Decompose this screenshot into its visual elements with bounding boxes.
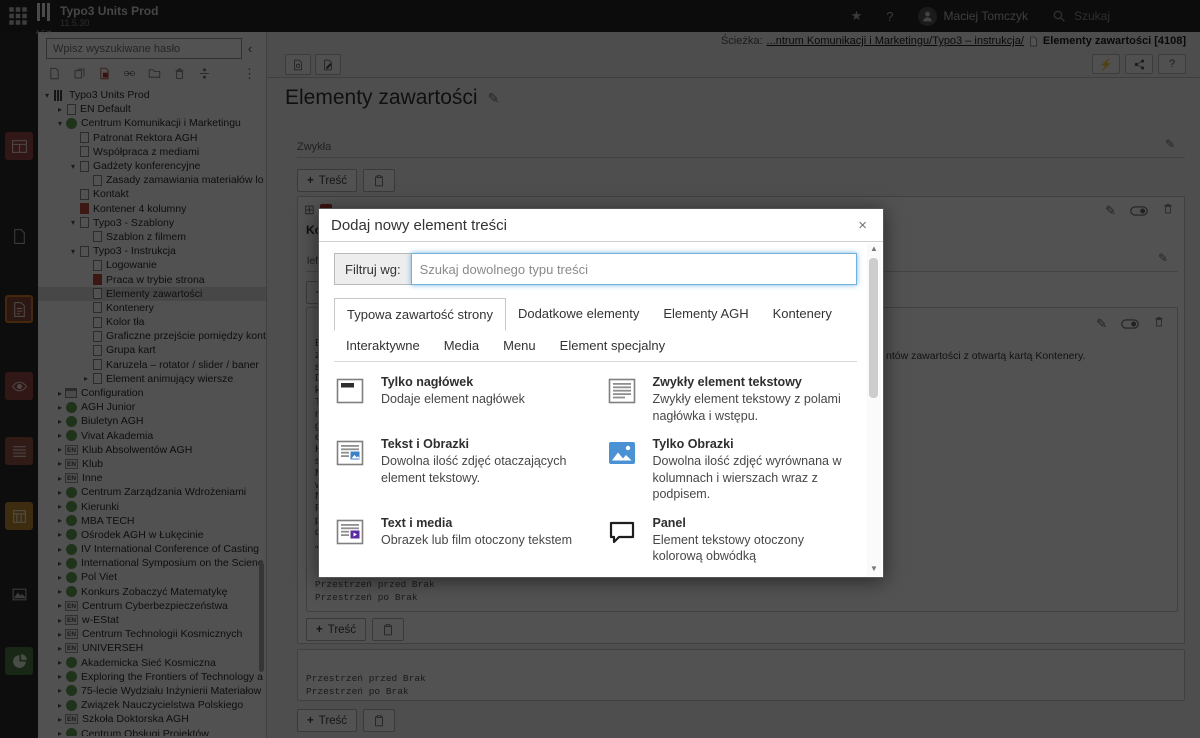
header-element-icon: [334, 375, 366, 407]
filter-label: Filtruj wg:: [334, 253, 411, 285]
tab-kontenery[interactable]: Kontenery: [761, 298, 844, 330]
content-element-grid: Tylko nagłówek Dodaje element nagłówek Zwy…: [334, 375, 857, 578]
option-title: Panel: [653, 516, 858, 530]
typo3-app: AGH Typo3 Units Prod 11.5.30 ★ ? Maciej …: [0, 0, 1200, 738]
card-element-icon: [606, 578, 638, 579]
scroll-up-icon[interactable]: ▲: [867, 244, 881, 256]
close-icon[interactable]: ×: [854, 215, 871, 236]
content-element-option-tekst-i-obrazki[interactable]: Tekst i Obrazki Dowolna ilość zdjęć otacz…: [334, 437, 586, 503]
content-element-option-tylko-nagłówek[interactable]: Tylko nagłówek Dodaje element nagłówek: [334, 375, 586, 424]
modal-header: Dodaj nowy element treści ×: [319, 209, 883, 242]
option-description: Dodaje element nagłówek: [381, 391, 525, 408]
option-title: Wizytówka: [653, 578, 788, 579]
textpic-element-icon: [334, 437, 366, 469]
option-description: Element tekstowy otoczony kolorową obwód…: [653, 532, 858, 565]
content-element-option-panel[interactable]: Panel Element tekstowy otoczony kolorową …: [606, 516, 858, 565]
content-element-option-kontener-na-wizytówki[interactable]: Kontener na wizytówkiKontener służący do…: [334, 578, 586, 579]
option-description: Dowolna ilość zdjęć otaczających element…: [381, 453, 586, 486]
textmedia-element-icon: [334, 516, 366, 548]
modal-body: Filtruj wg: Typowa zawartość stronyDodat…: [319, 242, 883, 578]
card-container-element-icon: [334, 578, 366, 579]
panel-element-icon: [606, 516, 638, 548]
content-element-option-text-i-media[interactable]: Text i media Obrazek lub film otoczony te…: [334, 516, 586, 565]
modal-title: Dodaj nowy element treści: [331, 217, 854, 234]
content-element-option-wizytówka[interactable]: WizytówkaInformacje o pracowniku: [606, 578, 858, 579]
option-title: Tekst i Obrazki: [381, 437, 586, 451]
option-title: Tylko nagłówek: [381, 375, 525, 389]
option-title: Zwykły element tekstowy: [653, 375, 858, 389]
option-title: Tylko Obrazki: [653, 437, 858, 451]
content-element-option-zwykły-element-tekstowy[interactable]: Zwykły element tekstowy Zwykły element te…: [606, 375, 858, 424]
scroll-down-icon[interactable]: ▼: [867, 564, 881, 576]
tab-media[interactable]: Media: [432, 330, 491, 361]
option-description: Dowolna ilość zdjęć wyrównana w kolumnac…: [653, 453, 858, 503]
tab-interaktywne[interactable]: Interaktywne: [334, 330, 432, 361]
modal-tabs: Typowa zawartość stronyDodatkowe element…: [334, 298, 857, 362]
content-type-filter-input[interactable]: [411, 253, 857, 285]
image-element-icon: [606, 437, 638, 469]
text-element-icon: [606, 375, 638, 407]
content-element-option-tylko-obrazki[interactable]: Tylko Obrazki Dowolna ilość zdjęć wyrówna…: [606, 437, 858, 503]
new-content-element-modal: Dodaj nowy element treści × Filtruj wg: …: [318, 208, 884, 578]
scrollbar-thumb[interactable]: [869, 258, 878, 398]
modal-scrollbar: ▲ ▼: [867, 244, 881, 576]
option-title: Kontener na wizytówki: [381, 578, 586, 579]
tab-dodatkowe-elementy[interactable]: Dodatkowe elementy: [506, 298, 651, 330]
tab-elementy-agh[interactable]: Elementy AGH: [651, 298, 760, 330]
option-description: Obrazek lub film otoczony tekstem: [381, 532, 572, 549]
tab-element-specjalny[interactable]: Element specjalny: [548, 330, 678, 361]
option-title: Text i media: [381, 516, 572, 530]
option-description: Zwykły element tekstowy z polami nagłówk…: [653, 391, 858, 424]
tab-menu[interactable]: Menu: [491, 330, 548, 361]
tab-typowa-zawartość-strony[interactable]: Typowa zawartość strony: [334, 298, 506, 331]
